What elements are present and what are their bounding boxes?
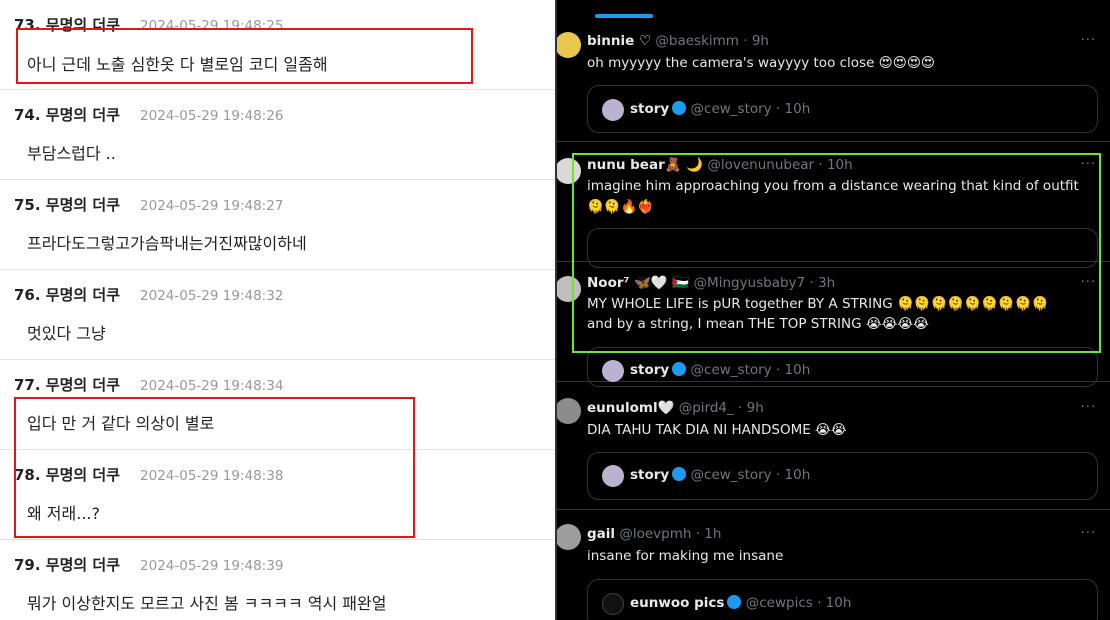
quote-tweet[interactable]: eunwoo pics @cewpics · 10h bbox=[587, 579, 1098, 620]
quote-avatar bbox=[602, 99, 624, 121]
avatar[interactable] bbox=[557, 398, 581, 424]
avatar[interactable] bbox=[557, 524, 581, 550]
comment-author: 77. 무명의 더쿠 bbox=[14, 376, 121, 394]
tweet-text: oh myyyyy the camera's wayyyy too close … bbox=[587, 55, 935, 71]
tweet[interactable]: binnie ♡ @baeskimm · 9h ··· oh myyyyy th… bbox=[557, 18, 1110, 142]
tweet-author-name[interactable]: binnie ♡ bbox=[587, 33, 651, 49]
more-icon[interactable]: ··· bbox=[1081, 400, 1096, 415]
tweet-handle[interactable]: @pird4_ · 9h bbox=[679, 400, 764, 416]
comment-text: 프라다도그렇고가슴팍내는거진짜많이하네 bbox=[27, 234, 307, 253]
highlight-box bbox=[16, 28, 473, 84]
highlight-box bbox=[14, 397, 415, 538]
quote-avatar bbox=[602, 593, 624, 615]
quote-handle: @cewpics · 10h bbox=[745, 595, 852, 611]
comment-text: 멋있다 그냥 bbox=[27, 324, 106, 343]
comment-date: 2024-05-29 19:48:26 bbox=[140, 108, 284, 124]
quote-author-name: eunwoo pics bbox=[630, 595, 725, 611]
tweet-author-name[interactable]: eunuloml🤍 bbox=[587, 400, 674, 416]
comment-date: 2024-05-29 19:48:39 bbox=[140, 558, 284, 574]
quote-handle: @cew_story · 10h bbox=[690, 467, 811, 483]
tweet[interactable]: gail @loevpmh · 1h ··· insane for making… bbox=[557, 510, 1110, 620]
comment-author: 74. 무명의 더쿠 bbox=[14, 106, 121, 124]
quote-tweet[interactable]: story @cew_story · 10h bbox=[587, 85, 1098, 133]
highlight-box bbox=[572, 153, 1101, 353]
quote-author-name: story bbox=[630, 362, 670, 378]
quote-handle: @cew_story · 10h bbox=[690, 362, 811, 378]
comment-date: 2024-05-29 19:48:27 bbox=[140, 198, 284, 214]
verified-icon bbox=[727, 595, 742, 609]
comment-author: 79. 무명의 더쿠 bbox=[14, 556, 121, 574]
tweet[interactable]: eunuloml🤍 @pird4_ · 9h ··· DIA TAHU TAK … bbox=[557, 382, 1110, 510]
verified-icon bbox=[672, 362, 687, 376]
quote-author-name: story bbox=[630, 101, 670, 117]
tweet-author-name[interactable]: gail bbox=[587, 526, 615, 542]
avatar[interactable] bbox=[557, 32, 581, 58]
quote-tweet[interactable]: story @cew_story · 10h bbox=[587, 347, 1098, 387]
quote-tweet[interactable]: story @cew_story · 10h bbox=[587, 452, 1098, 500]
comment-panel: 73. 무명의 더쿠 2024-05-29 19:48:25 아니 근데 노출 심… bbox=[0, 0, 555, 620]
comment-author: 75. 무명의 더쿠 bbox=[14, 196, 121, 214]
tweet-handle[interactable]: @loevpmh · 1h bbox=[619, 526, 721, 542]
quote-avatar bbox=[602, 360, 624, 382]
comment-item: 74. 무명의 더쿠 2024-05-29 19:48:26 부담스럽다 .. bbox=[0, 90, 555, 180]
comment-text: 부담스럽다 .. bbox=[27, 144, 116, 163]
tweet-feed: binnie ♡ @baeskimm · 9h ··· oh myyyyy th… bbox=[557, 0, 1110, 620]
quote-handle: @cew_story · 10h bbox=[690, 101, 811, 117]
more-icon[interactable]: ··· bbox=[1081, 33, 1096, 48]
more-icon[interactable]: ··· bbox=[1081, 526, 1096, 541]
comment-date: 2024-05-29 19:48:32 bbox=[140, 288, 284, 304]
comment-item: 76. 무명의 더쿠 2024-05-29 19:48:32 멋있다 그냥 bbox=[0, 270, 555, 360]
tweet-text: DIA TAHU TAK DIA NI HANDSOME 😭😭 bbox=[587, 422, 847, 438]
comment-item: 75. 무명의 더쿠 2024-05-29 19:48:27 프라다도그렇고가슴팍… bbox=[0, 180, 555, 270]
comment-item: 79. 무명의 더쿠 2024-05-29 19:48:39 뭐가 이상한지도 모… bbox=[0, 540, 555, 620]
comment-author: 76. 무명의 더쿠 bbox=[14, 286, 121, 304]
verified-icon bbox=[672, 101, 687, 115]
quote-avatar bbox=[602, 465, 624, 487]
tweet-text: insane for making me insane bbox=[587, 548, 784, 564]
comment-date: 2024-05-29 19:48:34 bbox=[140, 378, 284, 394]
comment-text: 뭐가 이상한지도 모르고 사진 봄 ㅋㅋㅋㅋ 역시 패완얼 bbox=[27, 594, 387, 613]
quote-author-name: story bbox=[630, 467, 670, 483]
verified-icon bbox=[672, 467, 687, 481]
tweet-handle[interactable]: @baeskimm · 9h bbox=[655, 33, 769, 49]
